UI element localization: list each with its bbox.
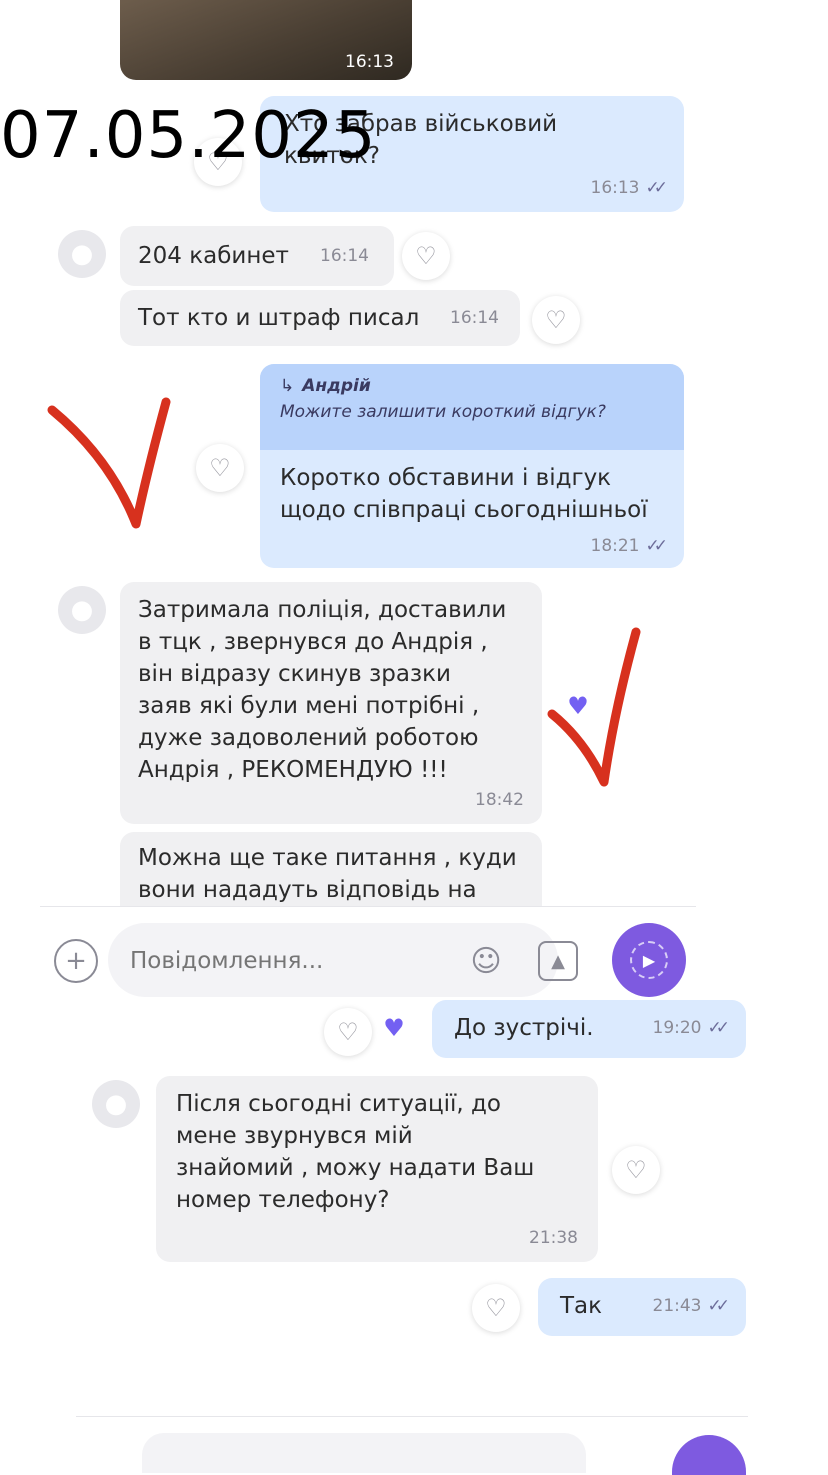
message-field[interactable]: ☺ ▲ — [108, 923, 578, 999]
avatar-icon[interactable]: ● — [92, 1080, 140, 1128]
emoji-icon[interactable]: ☺ — [466, 941, 506, 981]
heart-icon[interactable]: ♡ — [324, 1008, 372, 1056]
message-time: 16:13 — [590, 178, 640, 198]
message-text: мене звурнувся мій — [176, 1123, 413, 1149]
heart-icon[interactable]: ♡ — [612, 1146, 660, 1194]
message-input[interactable] — [128, 923, 432, 999]
message-text: Так — [560, 1293, 603, 1319]
message-text: Можна ще таке питання , куди — [138, 845, 517, 871]
outgoing-message[interactable]: До зустрічі. 19:20 ✓✓ — [432, 1000, 746, 1058]
quote-author: Андрій — [302, 376, 371, 396]
heart-icon[interactable]: ♡ — [532, 296, 580, 344]
message-text: в тцк , звернувся до Андрія , — [138, 629, 488, 655]
incoming-message[interactable]: Затримала поліція, доставили в тцк , зве… — [120, 582, 542, 824]
message-time: 21:38 — [529, 1228, 578, 1248]
message-text: щодо співпраці сьогоднішньої — [280, 497, 648, 523]
message-text: Затримала поліція, доставили — [138, 597, 507, 623]
double-check-icon: ✓✓ — [645, 178, 668, 198]
message-text: номер телефону? — [176, 1187, 390, 1213]
outgoing-message[interactable]: Так 21:43 ✓✓ — [538, 1278, 746, 1336]
incoming-message[interactable]: Тот кто и штраф писал 16:14 — [120, 290, 520, 346]
heart-icon[interactable]: ♥ — [370, 1004, 418, 1052]
message-text: заяв які були мені потрібні , — [138, 693, 480, 719]
message-time: 16:14 — [450, 308, 499, 328]
message-text: Після сьогодні ситуації, до — [176, 1091, 501, 1117]
message-text: він відразу скинув зразки — [138, 661, 451, 687]
reply-arrow-icon: ↳ — [280, 376, 295, 396]
annotation-check-mark — [547, 627, 641, 787]
heart-icon[interactable]: ♡ — [402, 232, 450, 280]
double-check-icon: ✓✓ — [645, 536, 668, 556]
message-text: Коротко обставини і відгук — [280, 465, 612, 491]
plus-icon[interactable]: + — [54, 939, 98, 983]
message-time: 21:43 — [652, 1296, 702, 1316]
message-text: вони нададуть відповідь на — [138, 877, 477, 903]
double-check-icon: ✓✓ — [707, 1018, 730, 1038]
message-text: Тот кто и штраф писал — [138, 305, 420, 331]
bottom-send-button[interactable] — [672, 1435, 746, 1475]
message-text: До зустрічі. — [454, 1015, 594, 1041]
reply-quote[interactable]: ↳ Андрій Можите залишити короткий відгук? — [260, 364, 684, 450]
outgoing-reply-message[interactable]: ↳ Андрій Можите залишити короткий відгук?… — [260, 364, 684, 568]
heart-icon[interactable]: ♡ — [196, 444, 244, 492]
message-text: 204 кабинет — [138, 243, 289, 269]
incoming-message[interactable]: Можна ще таке питання , куди вони нададу… — [120, 832, 542, 906]
bottom-input-bar — [76, 1416, 748, 1475]
double-check-icon: ✓✓ — [707, 1296, 730, 1316]
message-text: дуже задоволений роботою — [138, 725, 479, 751]
avatar-icon[interactable]: ● — [58, 586, 106, 634]
message-time: 19:20 — [652, 1018, 702, 1038]
quote-text: Можите залишити короткий відгук? — [280, 402, 606, 422]
message-time: 18:21 — [590, 536, 640, 556]
avatar-icon[interactable]: ● — [58, 230, 106, 278]
incoming-message[interactable]: Після сьогодні ситуації, до мене звурнув… — [156, 1076, 598, 1262]
message-time: 18:42 — [475, 790, 524, 810]
gallery-icon[interactable]: ▲ — [538, 941, 578, 981]
message-input-bar: + ☺ ▲ ▶ — [40, 906, 696, 1015]
message-text: знайомий , можу надати Ваш — [176, 1155, 535, 1181]
heart-icon[interactable]: ♡ — [472, 1284, 520, 1332]
image-message[interactable]: 16:13 — [120, 0, 412, 80]
send-icon: ▶ — [630, 941, 668, 979]
bottom-message-field[interactable] — [142, 1433, 586, 1473]
send-button[interactable]: ▶ — [612, 923, 686, 997]
incoming-message[interactable]: 204 кабинет 16:14 — [120, 226, 394, 286]
message-time: 16:14 — [320, 246, 369, 266]
message-time: 16:13 — [345, 52, 394, 72]
annotation-check-mark — [47, 397, 171, 529]
date-overlay: 07.05.2025 — [0, 99, 377, 173]
message-text: Андрія , РЕКОМЕНДУЮ !!! — [138, 757, 448, 783]
